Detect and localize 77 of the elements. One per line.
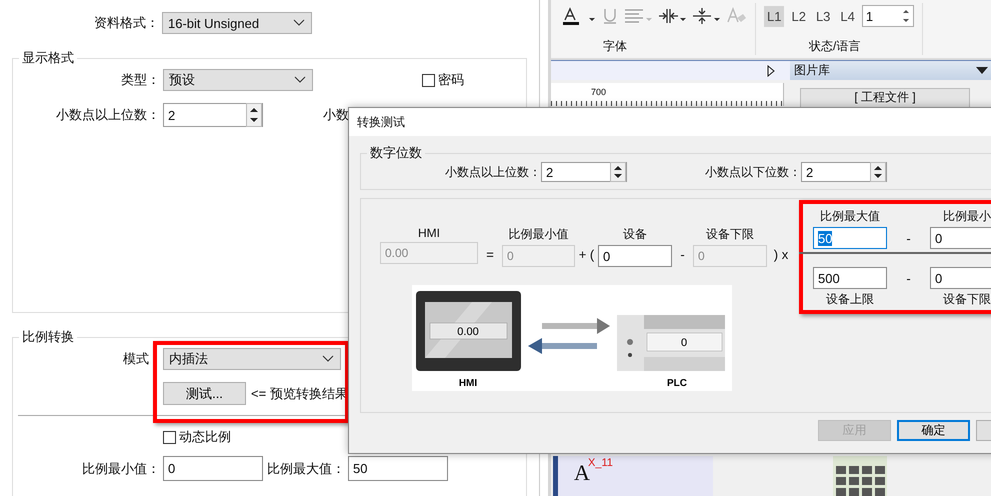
operator: = [486, 246, 494, 262]
readonly-field: 0.00 [380, 242, 478, 264]
spin-arrows-icon[interactable] [246, 103, 262, 127]
column-label: 设备 [623, 226, 647, 243]
field-label: 资料格式： [93, 14, 160, 32]
column-label: HMI [418, 226, 440, 240]
canvas-text: A [574, 460, 590, 486]
display-value: 0.00 [457, 326, 479, 338]
group-label: 字体 [603, 38, 627, 55]
chevron-icon [322, 355, 334, 363]
checkbox-label: 密码 [438, 71, 464, 89]
panel-title: 图片库 [794, 62, 830, 79]
field-label: 类型： [120, 71, 161, 89]
column-label: 设备下限 [943, 291, 991, 308]
column-label: 比例最大值 [820, 208, 880, 225]
data-format-dropdown[interactable]: 16-bit Unsigned [162, 12, 312, 34]
checkbox[interactable] [163, 430, 176, 444]
input-field[interactable]: 0 [163, 456, 263, 481]
chevron-icon [294, 76, 306, 84]
operator: + ( [578, 246, 594, 262]
readonly-field: 0 [693, 245, 767, 267]
column-label: 设备上限 [826, 291, 874, 308]
field-label: 模式 [122, 350, 150, 368]
input-field[interactable]: 50 [348, 456, 448, 481]
operator: - [906, 230, 911, 246]
test-button[interactable]: 测试... [163, 382, 246, 405]
spin-field[interactable]: 2 [541, 162, 627, 182]
field-label: 小数点以上位数： [445, 164, 541, 180]
checkbox-label: 动态比例 [179, 428, 231, 446]
input-field[interactable]: 50 [813, 227, 887, 249]
dropdown-arrow-icon[interactable] [976, 66, 988, 74]
expand-icon[interactable] [766, 64, 776, 76]
gallery-source-dropdown[interactable]: [ 工程文件 ] [800, 88, 970, 108]
window-title: 转换测试 [357, 114, 405, 130]
operator: ) x [774, 246, 788, 262]
mode-dropdown[interactable]: 内插法 [163, 348, 341, 370]
field-label: 小数 [323, 106, 349, 124]
field-label: 小数点以下位数： [705, 164, 801, 180]
type-dropdown[interactable]: 预设 [163, 69, 313, 91]
device-label: PLC [667, 378, 687, 389]
group-label: 状态/语言 [809, 38, 860, 55]
operator: - [906, 270, 911, 286]
level-tab[interactable]: L4 [837, 6, 858, 26]
operator: - [680, 246, 685, 262]
level-tab[interactable]: L1 [764, 6, 784, 26]
spacing-icon[interactable] [657, 6, 687, 26]
spin-arrows-icon[interactable] [610, 162, 626, 182]
group-title: 数字位数 [369, 144, 423, 162]
chevron-icon [293, 19, 305, 27]
display-value: 0 [680, 337, 688, 349]
input-field[interactable]: 0 [598, 245, 672, 267]
input-field[interactable]: 0 [930, 267, 991, 289]
spin-arrows-icon[interactable] [902, 7, 910, 25]
column-label: 比例最小 [943, 208, 991, 225]
keypad-icon[interactable] [833, 456, 887, 496]
spin-arrows-icon[interactable] [870, 162, 886, 182]
column-label: 比例最小值 [508, 226, 568, 243]
spin-field[interactable]: 2 [801, 162, 887, 182]
column-label: 设备下限 [706, 226, 754, 243]
level-tab[interactable]: L2 [788, 6, 809, 26]
readonly-field: 0 [502, 245, 575, 267]
level-spin-field[interactable]: 1 [862, 5, 914, 27]
field-label: 比例最小值： [81, 460, 161, 478]
field-label: 比例最大值： [266, 460, 346, 478]
input-field[interactable]: 0 [930, 227, 991, 249]
ruler-label: 700 [591, 87, 606, 97]
spin-field[interactable]: 2 [163, 103, 263, 127]
canvas-tag: X_11 [588, 457, 613, 469]
line-spacing-icon[interactable] [691, 6, 721, 26]
field-label: 小数点以上位数： [55, 106, 161, 124]
dialog-button[interactable]: 确定 [897, 420, 970, 441]
level-tab[interactable]: L3 [812, 6, 834, 26]
group-title: 显示格式 [21, 49, 75, 67]
checkbox[interactable] [422, 74, 435, 86]
input-field[interactable]: 500 [813, 267, 887, 289]
group-title: 比例转换 [21, 328, 75, 346]
device-label: HMI [458, 378, 478, 389]
